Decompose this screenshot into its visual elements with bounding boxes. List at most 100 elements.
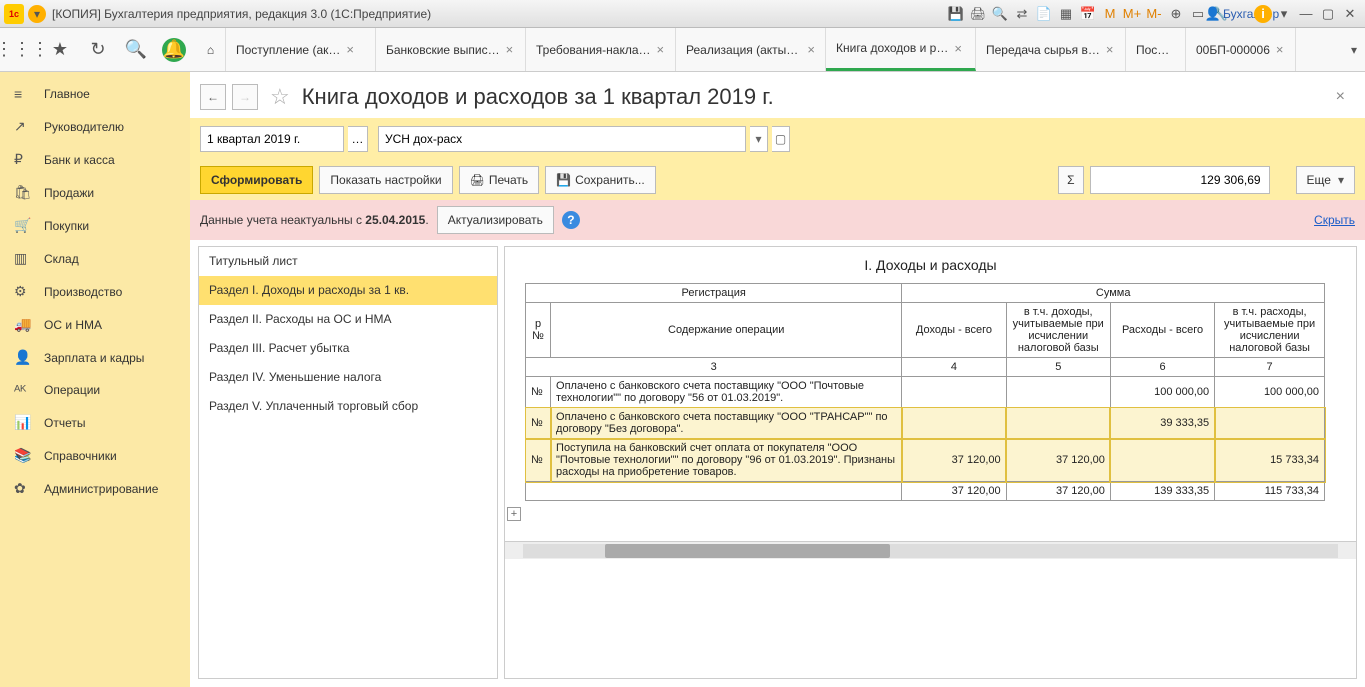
close-icon[interactable]: ✕	[1340, 4, 1360, 24]
tab-item[interactable]: Реализация (акты,…×	[676, 28, 826, 71]
nav-back-button[interactable]: ←	[200, 84, 226, 110]
sidebar-item-admin[interactable]: ✿Администрирование	[0, 472, 190, 505]
tab-item[interactable]: Пос…	[1126, 28, 1186, 71]
memory-m-icon[interactable]: M	[1100, 4, 1120, 24]
history-icon[interactable]: ↻	[86, 38, 110, 62]
sidebar-item-stock[interactable]: ▥Склад	[0, 242, 190, 275]
tab-item[interactable]: Книга доходов и р…×	[826, 28, 976, 71]
grid-icon[interactable]: ▦	[1056, 4, 1076, 24]
section-item-r2[interactable]: Раздел II. Расходы на ОС и НМА	[199, 305, 497, 334]
tab-item[interactable]: Банковские выпис…×	[376, 28, 526, 71]
copy-icon[interactable]: 📄	[1034, 4, 1054, 24]
nav-fwd-button[interactable]: →	[232, 84, 258, 110]
sidebar-item-refs[interactable]: 📚Справочники	[0, 439, 190, 472]
tab-close-icon[interactable]: ×	[807, 42, 815, 57]
colnum-6: 6	[1110, 358, 1214, 377]
help-icon[interactable]: ?	[562, 211, 580, 229]
tab-item[interactable]: Поступление (ак…×	[226, 28, 376, 71]
sidebar-item-os[interactable]: 🚚ОС и НМА	[0, 308, 190, 341]
sidebar-label: Справочники	[44, 449, 117, 463]
sum-sigma-button[interactable]: Σ	[1058, 166, 1083, 194]
update-dd-icon[interactable]: ▾	[1274, 4, 1294, 24]
print-icon[interactable]: 🖨	[968, 4, 988, 24]
cell-exp: 100 000,00	[1110, 377, 1214, 408]
sidebar-item-manager[interactable]: ↗Руководителю	[0, 110, 190, 143]
more-button[interactable]: Еще▾	[1296, 166, 1355, 194]
expand-icon[interactable]: +	[507, 507, 521, 521]
bell-icon[interactable]: 🔔	[162, 38, 186, 62]
section-item-title[interactable]: Титульный лист	[199, 247, 497, 276]
sidebar-item-sales[interactable]: 🛍 Продажи	[0, 176, 190, 209]
section-item-r4[interactable]: Раздел IV. Уменьшение налога	[199, 363, 497, 392]
table-row-total[interactable]: 37 120,00 37 120,00 139 333,35 115 733,3…	[526, 482, 1325, 501]
cell-inctax: 37 120,00	[1006, 439, 1110, 482]
search-icon[interactable]: 🔍	[124, 38, 148, 62]
grid-area[interactable]: I. Доходы и расходы + Регистрация Сумма …	[504, 246, 1357, 679]
sidebar-item-operations[interactable]: ᴬᴷОперации	[0, 374, 190, 406]
print-button[interactable]: 🖨Печать	[459, 166, 540, 194]
tab-close-icon[interactable]: ×	[657, 42, 665, 57]
cell-inc	[902, 377, 1006, 408]
zoom-icon[interactable]: ⊕	[1166, 4, 1186, 24]
user-label[interactable]: 👤Бухгалтер	[1232, 4, 1252, 24]
chevron-down-icon: ▾	[1338, 173, 1344, 187]
sidebar-item-main[interactable]: ≡Главное	[0, 78, 190, 110]
org-input[interactable]: УСН дох-расх	[378, 126, 746, 152]
sidebar-item-production[interactable]: ⚙Производство	[0, 275, 190, 308]
col-inc: Доходы - всего	[902, 303, 1006, 358]
logo-1c-icon[interactable]: 1c	[4, 4, 24, 24]
info-icon[interactable]: i	[1254, 5, 1272, 23]
tab-close-icon[interactable]: ×	[506, 42, 514, 57]
tab-close-icon[interactable]: ×	[954, 41, 962, 56]
sidebar-item-salary[interactable]: 👤Зарплата и кадры	[0, 341, 190, 374]
page-close-icon[interactable]: ×	[1332, 84, 1349, 110]
memory-mminus-icon[interactable]: M-	[1144, 4, 1164, 24]
tab-item[interactable]: 00БП-000006×	[1186, 28, 1296, 71]
org-dropdown-icon[interactable]: ▾	[750, 126, 768, 152]
section-item-r3[interactable]: Раздел III. Расчет убытка	[199, 334, 497, 363]
sidebar-item-bank[interactable]: ₽Банк и касса	[0, 143, 190, 176]
menu-icon[interactable]: ⋮⋮⋮	[10, 38, 34, 62]
print-btn-icon: 🖨	[470, 173, 485, 187]
content-area: ← → ☆ Книга доходов и расходов за 1 квар…	[190, 72, 1365, 687]
tab-close-icon[interactable]: ×	[1276, 42, 1284, 57]
app-menu-icon[interactable]: ▾	[28, 5, 46, 23]
section-item-r1[interactable]: Раздел I. Доходы и расходы за 1 кв.	[199, 276, 497, 305]
table-row[interactable]: № Поступила на банковский счет оплата от…	[526, 439, 1325, 482]
restore-icon[interactable]: ▢	[1318, 4, 1338, 24]
sidebar-item-reports[interactable]: 📊Отчеты	[0, 406, 190, 439]
sidebar-item-purchases[interactable]: 🛒Покупки	[0, 209, 190, 242]
save-report-button[interactable]: 💾Сохранить...	[545, 166, 656, 194]
tab-item[interactable]: Передача сырья в…×	[976, 28, 1126, 71]
horizontal-scrollbar[interactable]	[505, 541, 1356, 559]
sidebar-label: Банк и касса	[44, 153, 115, 167]
scroll-thumb[interactable]	[605, 544, 890, 558]
bag-icon: 🛍	[14, 184, 32, 201]
show-settings-button[interactable]: Показать настройки	[319, 166, 452, 194]
tab-item[interactable]: Требования-накла…×	[526, 28, 676, 71]
generate-button[interactable]: Сформировать	[200, 166, 313, 194]
tab-close-icon[interactable]: ×	[1106, 42, 1114, 57]
preview-icon[interactable]: 🔍	[990, 4, 1010, 24]
calendar-icon[interactable]: 📅	[1078, 4, 1098, 24]
memory-mplus-icon[interactable]: M+	[1122, 4, 1142, 24]
org-open-icon[interactable]: ▢	[772, 126, 790, 152]
tab-close-icon[interactable]: ×	[346, 42, 354, 57]
cell-total-inc: 37 120,00	[902, 482, 1006, 501]
star-outline-icon[interactable]: ☆	[270, 84, 290, 110]
hide-alert-link[interactable]: Скрыть	[1314, 213, 1355, 227]
period-input[interactable]: 1 квартал 2019 г.	[200, 126, 344, 152]
chart-icon: ↗	[14, 118, 32, 135]
actualize-button[interactable]: Актуализировать	[437, 206, 554, 234]
table-row[interactable]: № Оплачено с банковского счета поставщик…	[526, 408, 1325, 439]
tabs-more-icon[interactable]: ▾	[1343, 43, 1365, 57]
compare-icon[interactable]: ⇄	[1012, 4, 1032, 24]
sidebar-label: Продажи	[44, 186, 94, 200]
favorite-icon[interactable]: ★	[48, 38, 72, 62]
save-icon[interactable]: 💾	[946, 4, 966, 24]
table-row[interactable]: № Оплачено с банковского счета поставщик…	[526, 377, 1325, 408]
minimize-icon[interactable]: —	[1296, 4, 1316, 24]
section-item-r5[interactable]: Раздел V. Уплаченный торговый сбор	[199, 392, 497, 421]
tab-home[interactable]: ⌂	[196, 28, 226, 71]
period-picker-button[interactable]: …	[348, 126, 368, 152]
